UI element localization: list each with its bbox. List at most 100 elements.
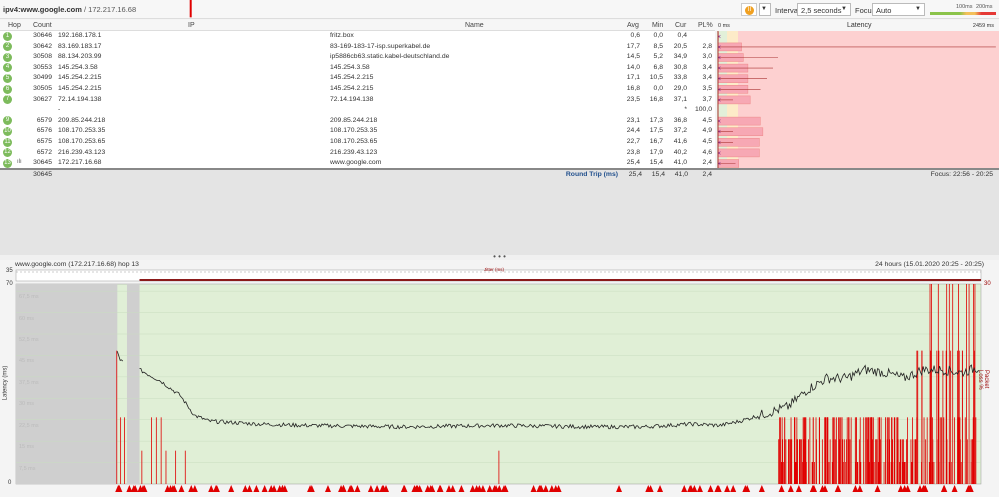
packet-loss-bar <box>921 350 923 484</box>
loss-marker <box>338 485 345 492</box>
loss-marker <box>324 485 331 492</box>
packet-loss-bar <box>968 284 970 484</box>
packet-loss-bar <box>973 417 975 484</box>
col-count[interactable]: Count <box>33 22 52 29</box>
packet-loss-bar <box>840 417 842 484</box>
col-cur[interactable]: Cur <box>675 22 686 29</box>
col-min[interactable]: Min <box>652 22 663 29</box>
col-ip[interactable]: IP <box>188 22 195 29</box>
packet-loss-bar <box>795 462 797 484</box>
table-row[interactable]: 4 30553 145.254.3.58 145.254.3.58 14,0 6,8 30,… <box>0 63 715 74</box>
loss-marker <box>348 485 355 492</box>
loss-marker <box>424 485 431 492</box>
table-row[interactable]: 11 6575 108.170.253.65 108.170.253.65 22,7 16… <box>0 137 715 148</box>
table-row[interactable]: 3 30508 88.134.203.99 ip5886cb63.static.kab… <box>0 52 715 63</box>
cell-pl: 3,5 <box>702 85 712 92</box>
packet-loss-bar <box>888 417 890 484</box>
packet-loss-bar <box>791 439 793 484</box>
packet-loss-bar <box>880 417 882 484</box>
cell-name: fritz.box <box>330 32 354 39</box>
col-hop[interactable]: Hop <box>8 22 21 29</box>
loss-marker <box>687 485 694 492</box>
cell-cur: 30,8 <box>673 63 687 71</box>
loss-marker <box>904 485 911 492</box>
loss-marker <box>967 485 974 492</box>
loss-marker <box>445 485 452 492</box>
cell-hop: 11 <box>3 137 12 147</box>
packet-loss-bar <box>790 417 792 484</box>
cell-pl: 4,9 <box>702 127 712 135</box>
packet-loss-bar <box>912 439 914 484</box>
interval-select[interactable]: 2,5 seconds ▼ <box>797 3 851 16</box>
table-row[interactable]: 10 6576 108.170.253.35 108.170.253.35 24,4 17… <box>0 126 715 137</box>
loss-marker <box>922 485 929 492</box>
packet-loss-bar <box>891 439 893 484</box>
packet-loss-bar <box>959 439 961 484</box>
col-pl[interactable]: PL% <box>698 22 713 29</box>
col-avg[interactable]: Avg <box>627 22 639 29</box>
table-row[interactable]: 7 30627 72.14.194.138 72.14.194.138 23,5 16,8… <box>0 95 715 106</box>
packet-loss-bar <box>846 417 848 484</box>
table-row[interactable]: 6 30505 145.254.2.215 145.254.2.215 16,8 0,0 2… <box>0 84 715 95</box>
pause-dropdown[interactable]: ▼ <box>759 3 771 16</box>
loss-marker <box>901 485 908 492</box>
loss-marker <box>856 485 863 492</box>
focus-select[interactable]: Auto ▼ <box>872 3 925 16</box>
loss-marker <box>281 485 288 492</box>
loss-marker <box>917 485 924 492</box>
packet-loss-bar <box>842 462 843 484</box>
packet-loss-bar <box>838 417 839 484</box>
table-row[interactable]: 9 6579 209.85.244.218 209.85.244.218 23,1 17,… <box>0 116 715 127</box>
latency-max-label: 2459 ms <box>972 23 994 29</box>
packet-loss-bar <box>867 462 869 484</box>
packet-loss-bar <box>911 462 913 484</box>
loss-marker <box>401 485 408 492</box>
graph-icon[interactable]: ılı <box>17 159 22 165</box>
table-row[interactable]: 5 30499 145.254.2.215 145.254.2.215 17,1 10,5… <box>0 73 715 84</box>
graph-time-range[interactable]: 24 hours (15.01.2020 20:25 - 20:25) <box>875 261 984 268</box>
packet-loss-bar <box>885 417 887 484</box>
packet-loss-bar <box>916 417 918 484</box>
cell-name: 83-169-183-17-isp.superkabel.de <box>330 42 431 50</box>
packet-loss-bar <box>826 417 828 484</box>
packet-loss-bar <box>871 417 873 484</box>
loss-marker <box>242 485 249 492</box>
table-row[interactable]: - * 100,0 <box>0 105 715 116</box>
y-right-axis-label: Packet Loss % <box>977 370 989 390</box>
cell-ip: - <box>58 106 61 114</box>
packet-loss-bar <box>865 417 867 484</box>
col-name[interactable]: Name <box>465 22 484 29</box>
loss-marker <box>429 485 436 492</box>
loss-marker <box>852 485 859 492</box>
table-row[interactable]: 2 30642 83.169.183.17 83-169-183-17-isp.sup… <box>0 42 715 53</box>
packet-loss-bar <box>795 462 797 484</box>
packet-loss-bar <box>794 417 796 484</box>
packet-loss-bar <box>958 350 960 484</box>
packet-loss-bar <box>933 462 935 484</box>
packet-loss-bar <box>175 450 177 484</box>
table-row[interactable]: 1 30646 192.168.178.1 fritz.box 0,6 0,0 0,4 <box>0 31 715 42</box>
loss-marker <box>530 485 537 492</box>
cell-name: 108.170.253.65 <box>330 138 378 145</box>
packet-loss-bar <box>885 439 887 484</box>
cell-hop: 2 <box>3 42 12 52</box>
packet-loss-bar <box>868 417 869 484</box>
packet-loss-bar <box>912 417 913 484</box>
loss-marker <box>212 485 219 492</box>
cell-hop: 5 <box>3 73 12 83</box>
cell-cur: 37,2 <box>673 127 687 135</box>
packet-loss-bar <box>805 462 807 484</box>
y-axis-label: Latency (ms) <box>2 365 9 401</box>
pause-button[interactable]: II <box>741 3 757 16</box>
packet-loss-bar <box>863 462 865 484</box>
packet-loss-bar <box>869 417 871 484</box>
loss-marker <box>897 485 904 492</box>
packet-loss-bar <box>812 462 814 484</box>
packet-loss-bar <box>832 417 834 484</box>
loss-marker <box>208 485 215 492</box>
latency-bar <box>717 116 761 126</box>
cell-name: 72.14.194.138 <box>330 95 374 103</box>
packet-loss-bar <box>816 439 817 484</box>
packet-loss-bar <box>784 417 786 484</box>
table-row[interactable]: 12 6572 216.239.43.123 216.239.43.123 23,8 17… <box>0 148 715 159</box>
